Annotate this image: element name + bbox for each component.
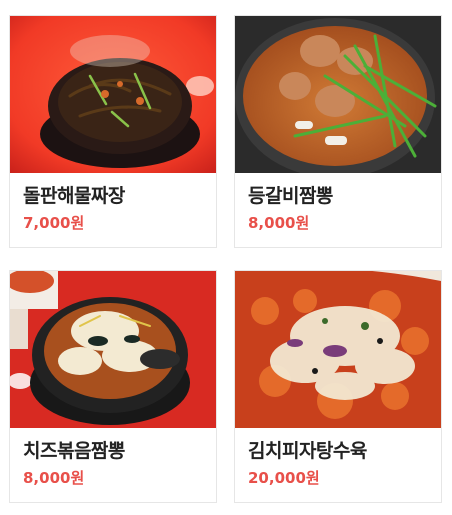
food-photo[interactable] (235, 16, 441, 173)
menu-info: 치즈볶음짬뽕 8,000원 (23, 437, 210, 489)
menu-info: 돌판해물짜장 7,000원 (23, 182, 210, 234)
menu-card[interactable]: 등갈비짬뽕 8,000원 (234, 15, 442, 248)
menu-price: 8,000원 (248, 214, 310, 232)
menu-info: 등갈비짬뽕 8,000원 (248, 182, 435, 234)
menu-info: 김치피자탕수육 20,000원 (248, 437, 435, 489)
menu-card[interactable]: 치즈볶음짬뽕 8,000원 (9, 270, 217, 503)
menu-price: 7,000원 (23, 214, 85, 232)
menu-name: 돌판해물짜장 (23, 185, 125, 207)
menu-grid: 돌판해물짜장 7,000원 등갈비짬뽕 8,000원 치즈볶음짬뽕 8,000원… (0, 0, 452, 515)
food-photo[interactable] (10, 16, 216, 173)
menu-name: 등갈비짬뽕 (248, 185, 333, 207)
menu-price: 20,000원 (248, 469, 320, 487)
menu-card[interactable]: 돌판해물짜장 7,000원 (9, 15, 217, 248)
menu-price: 8,000원 (23, 469, 85, 487)
menu-name: 치즈볶음짬뽕 (23, 440, 125, 462)
food-photo[interactable] (10, 271, 216, 428)
menu-name: 김치피자탕수육 (248, 440, 367, 462)
food-photo[interactable] (235, 271, 441, 428)
menu-card[interactable]: 김치피자탕수육 20,000원 (234, 270, 442, 503)
